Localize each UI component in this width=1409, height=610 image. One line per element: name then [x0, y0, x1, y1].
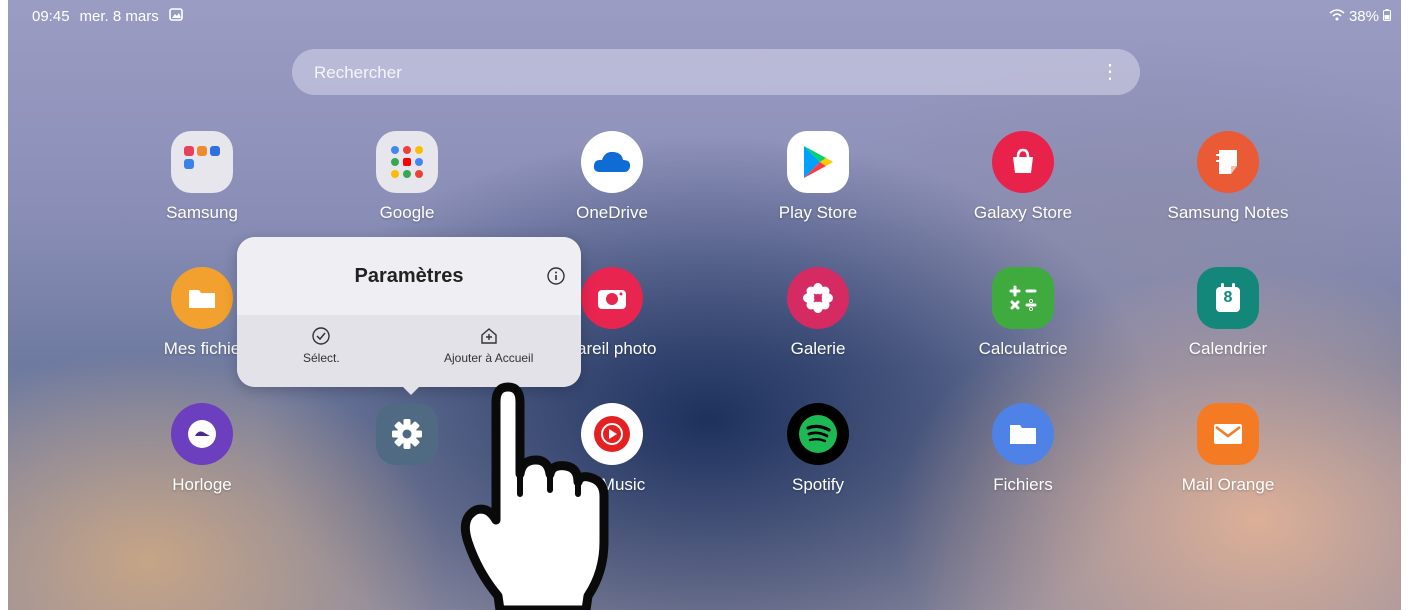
- app-label: Play Store: [778, 203, 858, 222]
- pointing-hand-icon: [448, 382, 628, 610]
- app-info-icon[interactable]: [547, 267, 565, 290]
- battery-icon: [1383, 8, 1391, 25]
- search-bar[interactable]: ⋮: [292, 49, 1140, 97]
- clock-icon: [171, 403, 233, 465]
- galaxy-store-icon: [992, 131, 1054, 193]
- calculator-icon: [992, 267, 1054, 329]
- app-label: Fichiers: [993, 475, 1053, 494]
- context-menu-title: Paramètres: [354, 265, 464, 287]
- app-label: Galerie: [790, 339, 846, 358]
- app-files[interactable]: Fichiers: [933, 403, 1113, 495]
- app-samsung[interactable]: Samsung: [112, 131, 292, 223]
- app-label: Samsung Notes: [1167, 203, 1289, 222]
- more-options-icon[interactable]: ⋮: [1100, 60, 1120, 84]
- app-play-store[interactable]: Play Store: [728, 131, 908, 223]
- google-folder-icon: [376, 131, 438, 193]
- samsung-folder-icon: [171, 131, 233, 193]
- select-label: Sélect.: [303, 351, 340, 365]
- app-label: OneDrive: [576, 203, 648, 222]
- status-bar: 09:45 mer. 8 mars 38%: [32, 8, 1391, 28]
- status-time: 09:45: [32, 8, 70, 25]
- calendar-day: 8: [1223, 289, 1233, 306]
- onedrive-icon: [581, 131, 643, 193]
- app-samsung-notes[interactable]: Samsung Notes: [1138, 131, 1318, 223]
- status-date: mer. 8 mars: [79, 8, 159, 25]
- app-label: Calculatrice: [978, 339, 1068, 358]
- app-calendar[interactable]: 8 Calendrier: [1138, 267, 1318, 359]
- play-store-icon: [787, 131, 849, 193]
- app-onedrive[interactable]: OneDrive: [522, 131, 702, 223]
- gallery-icon: [787, 267, 849, 329]
- app-label: Horloge: [172, 475, 232, 494]
- app-label: Google: [379, 203, 435, 222]
- add-to-home-button[interactable]: Ajouter à Accueil: [444, 327, 533, 365]
- app-label: Mail Orange: [1181, 475, 1275, 494]
- app-mail-orange[interactable]: Mail Orange: [1138, 403, 1318, 495]
- app-label: Galaxy Store: [973, 203, 1073, 222]
- app-gallery[interactable]: Galerie: [728, 267, 908, 359]
- app-context-menu: Paramètres Sélect. Ajouter à Accueil: [237, 237, 581, 395]
- settings-gear-icon: [376, 403, 438, 465]
- app-clock[interactable]: Horloge: [112, 403, 292, 495]
- mail-orange-icon: [1197, 403, 1259, 465]
- app-galaxy-store[interactable]: Galaxy Store: [933, 131, 1113, 223]
- files-icon: [992, 403, 1054, 465]
- app-google[interactable]: Google: [317, 131, 497, 223]
- calendar-icon: 8: [1197, 267, 1259, 329]
- app-label: Calendrier: [1188, 339, 1268, 358]
- home-screen: 09:45 mer. 8 mars 38% ⋮: [8, 0, 1401, 610]
- screenshot-icon: [168, 8, 183, 25]
- app-spotify[interactable]: Spotify: [728, 403, 908, 495]
- wifi-icon: [1329, 8, 1345, 25]
- search-input[interactable]: [312, 49, 1076, 97]
- spotify-icon: [787, 403, 849, 465]
- my-files-icon: [171, 267, 233, 329]
- add-home-icon: [480, 328, 497, 344]
- popup-pointer: [403, 387, 419, 395]
- check-circle-icon: [312, 327, 331, 345]
- app-label: Spotify: [792, 475, 844, 494]
- app-calculator[interactable]: Calculatrice: [933, 267, 1113, 359]
- camera-icon: [581, 267, 643, 329]
- add-home-label: Ajouter à Accueil: [444, 351, 534, 365]
- select-button[interactable]: Sélect.: [303, 327, 340, 365]
- battery-level: 38%: [1348, 8, 1379, 25]
- app-label: Samsung: [166, 203, 238, 222]
- samsung-notes-icon: [1197, 131, 1259, 193]
